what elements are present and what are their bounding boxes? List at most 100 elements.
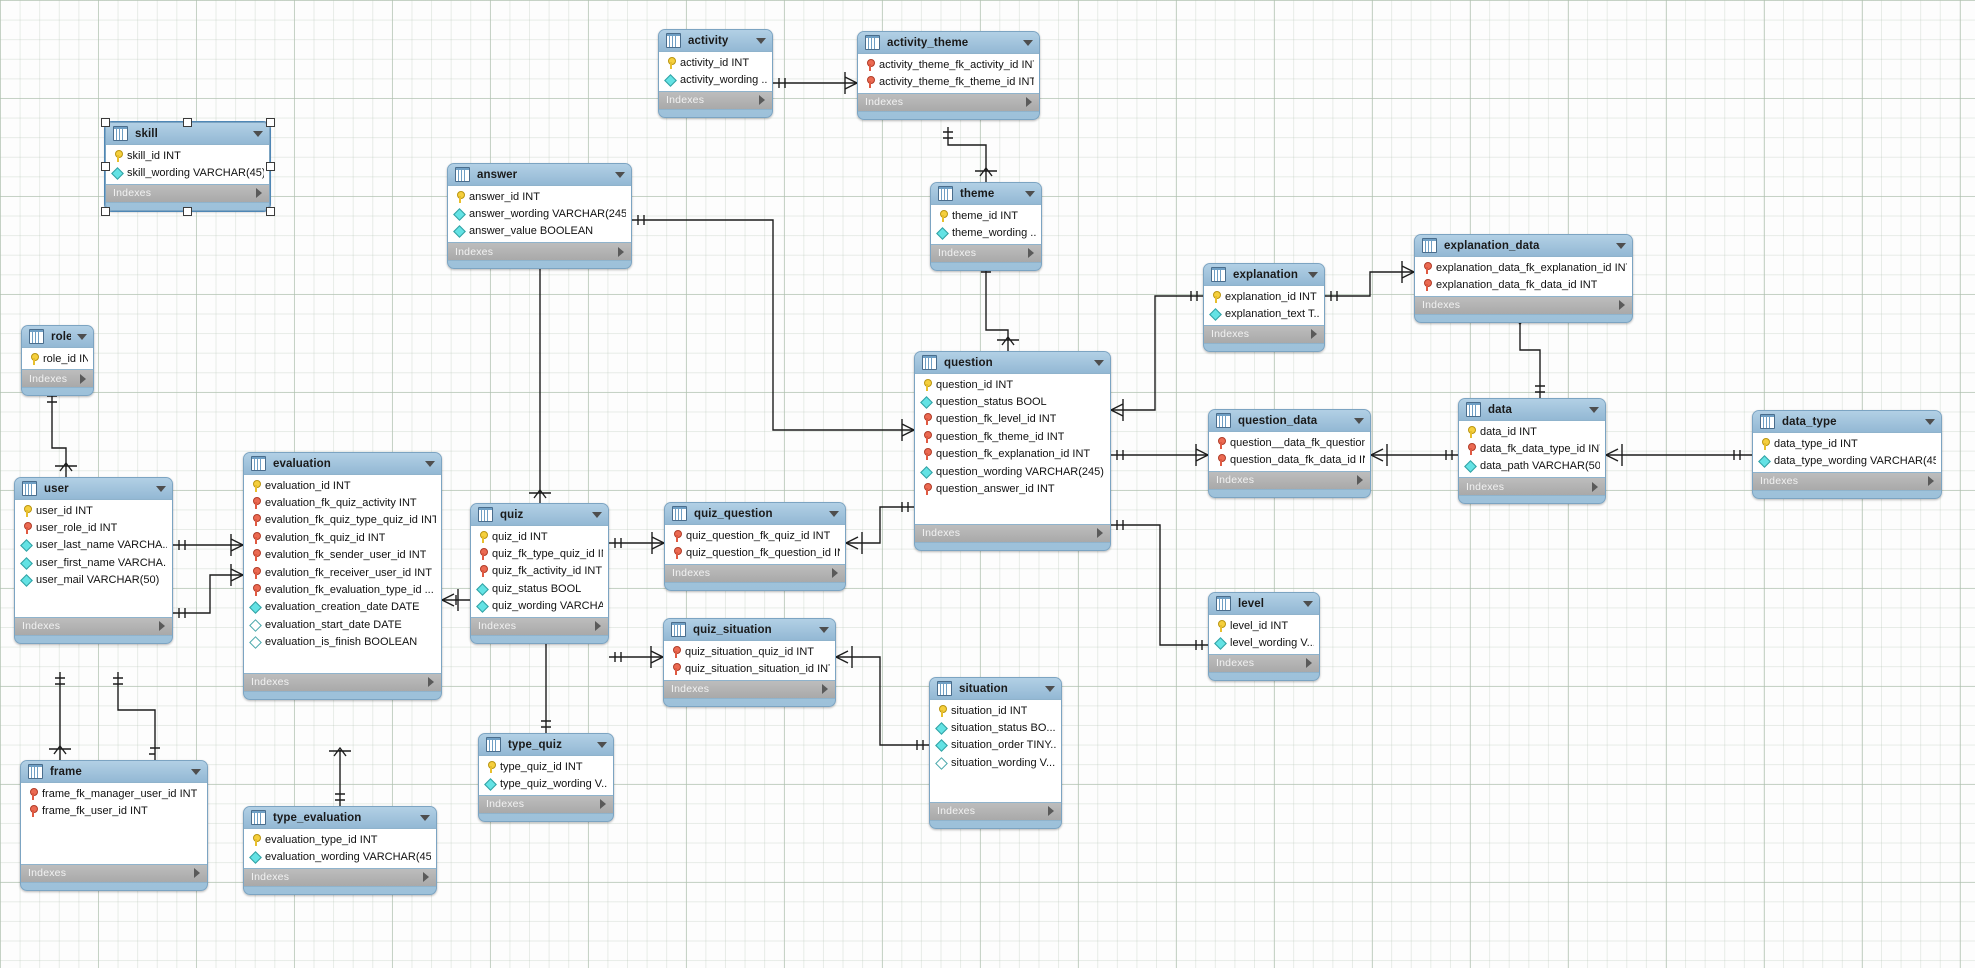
- table-column[interactable]: frame_fk_manager_user_id INT: [21, 785, 207, 802]
- table-column[interactable]: data_path VARCHAR(500): [1459, 458, 1605, 475]
- chevron-down-icon[interactable]: [156, 485, 166, 492]
- indexes-section-answer[interactable]: Indexes: [448, 243, 631, 262]
- chevron-down-icon[interactable]: [1308, 271, 1318, 278]
- table-column[interactable]: quiz_question_fk_question_id INT: [665, 544, 845, 561]
- table-type_evaluation[interactable]: type_evaluation evaluation_type_id INT eva…: [243, 806, 437, 895]
- table-column[interactable]: quiz_situation_situation_id INT: [664, 660, 835, 677]
- table-column[interactable]: question_data_fk_data_id INT: [1209, 451, 1370, 468]
- chevron-right-icon[interactable]: [1097, 528, 1103, 539]
- chevron-down-icon[interactable]: [819, 626, 829, 633]
- table-header-activity_theme[interactable]: activity_theme: [858, 32, 1039, 53]
- table-column[interactable]: activity_theme_fk_activity_id INT: [858, 56, 1039, 73]
- chevron-right-icon[interactable]: [194, 868, 200, 879]
- table-header-evaluation[interactable]: evaluation: [244, 453, 441, 474]
- table-column[interactable]: evaluation_wording VARCHAR(45): [244, 848, 436, 865]
- table-theme[interactable]: theme theme_id INT theme_wording ... Indexe…: [930, 182, 1042, 271]
- indexes-section-user[interactable]: Indexes: [15, 617, 172, 636]
- table-column[interactable]: situation_id INT: [930, 702, 1061, 719]
- table-header-question[interactable]: question: [915, 352, 1110, 373]
- table-column[interactable]: evaluation_type_id INT: [244, 831, 436, 848]
- table-frame[interactable]: frame frame_fk_manager_user_id INT frame_f…: [20, 760, 208, 891]
- table-activity_theme[interactable]: activity_theme activity_theme_fk_activity…: [857, 31, 1040, 120]
- chevron-right-icon[interactable]: [832, 568, 838, 579]
- selection-handle[interactable]: [265, 162, 275, 171]
- table-column[interactable]: evalution_fk_quiz_type_quiz_id INT: [244, 512, 441, 529]
- selection-handle[interactable]: [183, 117, 192, 127]
- chevron-down-icon[interactable]: [1303, 600, 1313, 607]
- table-column[interactable]: data_type_id INT: [1753, 435, 1941, 452]
- indexes-section-question[interactable]: Indexes: [915, 524, 1110, 543]
- table-question[interactable]: question question_id INT question_status B…: [914, 351, 1111, 551]
- chevron-down-icon[interactable]: [1025, 190, 1035, 197]
- table-column[interactable]: activity_wording ...: [659, 71, 772, 88]
- indexes-section-type_evaluation[interactable]: Indexes: [244, 868, 436, 887]
- table-header-explanation[interactable]: explanation: [1204, 264, 1324, 285]
- chevron-down-icon[interactable]: [1616, 242, 1626, 249]
- chevron-right-icon[interactable]: [600, 799, 606, 810]
- table-column[interactable]: quiz_situation_quiz_id INT: [664, 643, 835, 660]
- chevron-right-icon[interactable]: [618, 246, 624, 257]
- table-quiz[interactable]: quizquiz_id INTquiz_fk_type_quiz_id INTq…: [470, 503, 609, 644]
- chevron-down-icon[interactable]: [425, 460, 435, 467]
- table-quiz_question[interactable]: quiz_question quiz_question_fk_quiz_id IN…: [664, 502, 846, 591]
- table-header-situation[interactable]: situation: [930, 678, 1061, 699]
- chevron-down-icon[interactable]: [420, 814, 430, 821]
- chevron-down-icon[interactable]: [1023, 39, 1033, 46]
- table-header-role[interactable]: role: [22, 326, 93, 347]
- table-user[interactable]: user user_id INT user_role_id INT user_last…: [14, 477, 173, 644]
- table-column[interactable]: question_id INT: [915, 376, 1110, 393]
- indexes-section-role[interactable]: Indexes: [22, 370, 93, 389]
- chevron-right-icon[interactable]: [1026, 97, 1032, 108]
- table-column[interactable]: situation_order TINY...: [930, 737, 1061, 754]
- table-column[interactable]: skill_wording VARCHAR(45): [106, 164, 269, 181]
- table-column[interactable]: activity_theme_fk_theme_id INT: [858, 73, 1039, 90]
- table-skill[interactable]: skill skill_id INT skill_wording VARCHAR(4…: [105, 122, 270, 211]
- chevron-down-icon[interactable]: [1045, 685, 1055, 692]
- table-column[interactable]: question_wording VARCHAR(245): [915, 463, 1110, 480]
- chevron-down-icon[interactable]: [592, 511, 602, 518]
- eer-diagram-canvas[interactable]: .ln{stroke:#1d1d1d;stroke-width:1.4;fill…: [0, 0, 1975, 968]
- table-column[interactable]: quiz_fk_type_quiz_id INT: [471, 545, 608, 562]
- table-explanation[interactable]: explanation explanation_id INT explanation…: [1203, 263, 1325, 352]
- chevron-right-icon[interactable]: [1048, 806, 1054, 817]
- indexes-section-question_data[interactable]: Indexes: [1209, 471, 1370, 490]
- table-column[interactable]: data_type_wording VARCHAR(45): [1753, 452, 1941, 469]
- table-column[interactable]: theme_id INT: [931, 207, 1041, 224]
- table-column[interactable]: theme_wording ...: [931, 224, 1041, 241]
- table-column[interactable]: frame_fk_user_id INT: [21, 802, 207, 819]
- table-activity[interactable]: activity activity_id INT activity_wording …: [658, 29, 773, 118]
- table-column[interactable]: explanation_text T...: [1204, 305, 1324, 322]
- indexes-section-level[interactable]: Indexes: [1209, 654, 1319, 673]
- table-quiz_situation[interactable]: quiz_situation quiz_situation_quiz_id INT…: [663, 618, 836, 707]
- table-header-quiz[interactable]: quiz: [471, 504, 608, 525]
- chevron-down-icon[interactable]: [597, 741, 607, 748]
- indexes-section-evaluation[interactable]: Indexes: [244, 673, 441, 692]
- indexes-section-quiz_question[interactable]: Indexes: [665, 564, 845, 583]
- chevron-down-icon[interactable]: [191, 768, 201, 775]
- table-column[interactable]: explanation_data_fk_data_id INT: [1415, 276, 1632, 293]
- table-column[interactable]: role_id INT: [22, 350, 93, 367]
- table-header-quiz_situation[interactable]: quiz_situation: [664, 619, 835, 640]
- table-column[interactable]: evaluation_is_finish BOOLEAN: [244, 634, 441, 651]
- table-column[interactable]: question_fk_level_id INT: [915, 411, 1110, 428]
- table-situation[interactable]: situation situation_id INT situation_statu…: [929, 677, 1062, 829]
- indexes-section-data[interactable]: Indexes: [1459, 478, 1605, 497]
- table-column[interactable]: quiz_fk_activity_id INT: [471, 563, 608, 580]
- table-column[interactable]: evaluation_start_date DATE: [244, 616, 441, 633]
- table-column[interactable]: evaluation_creation_date DATE: [244, 599, 441, 616]
- table-column[interactable]: level_wording V...: [1209, 634, 1319, 651]
- table-header-data_type[interactable]: data_type: [1753, 411, 1941, 432]
- table-column[interactable]: explanation_data_fk_explanation_id INT: [1415, 259, 1632, 276]
- table-header-theme[interactable]: theme: [931, 183, 1041, 204]
- table-column[interactable]: user_first_name VARCHA...: [15, 554, 172, 571]
- table-column[interactable]: situation_wording V...: [930, 754, 1061, 771]
- table-header-user[interactable]: user: [15, 478, 172, 499]
- table-column[interactable]: evalution_fk_sender_user_id INT: [244, 547, 441, 564]
- table-column[interactable]: activity_id INT: [659, 54, 772, 71]
- table-evaluation[interactable]: evaluation evaluation_id INT evaluation_fk…: [243, 452, 442, 700]
- chevron-down-icon[interactable]: [1925, 418, 1935, 425]
- indexes-section-quiz_situation[interactable]: Indexes: [664, 680, 835, 699]
- table-column[interactable]: data_fk_data_type_id INT: [1459, 440, 1605, 457]
- table-column[interactable]: question_fk_theme_id INT: [915, 428, 1110, 445]
- chevron-right-icon[interactable]: [1592, 481, 1598, 492]
